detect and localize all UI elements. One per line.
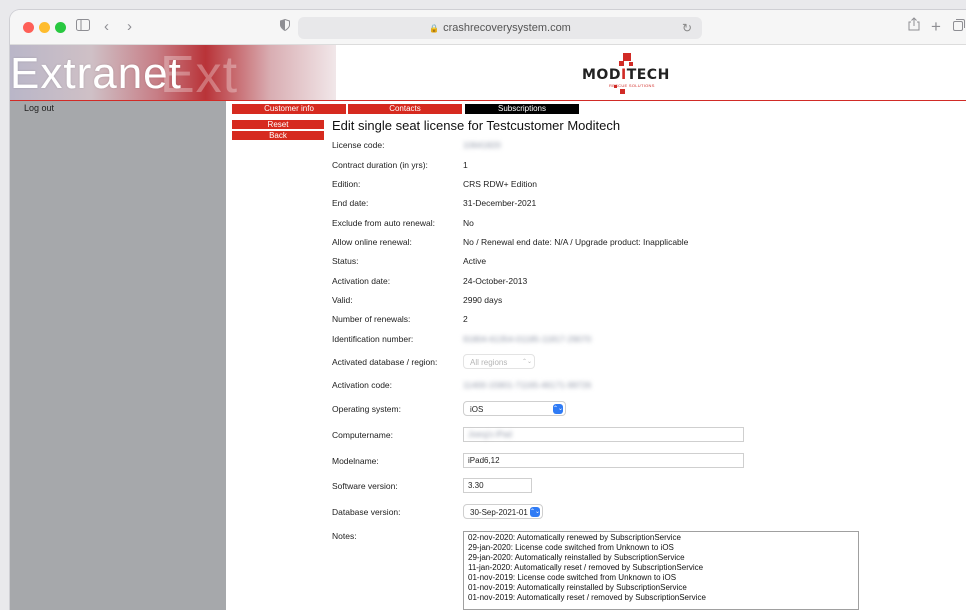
back-button[interactable]: Back — [232, 131, 324, 140]
activation-date-value: 24-October-2013 — [463, 276, 528, 286]
site-title: Extranet — [10, 49, 182, 98]
operating-system-value: iOS — [470, 405, 484, 414]
activation-code-value: 11400-15901-71165-46171-99726 — [463, 380, 592, 390]
forward-icon[interactable]: › — [127, 17, 132, 37]
database-version-select[interactable]: 30-Sep-2021-01 ⌃⌄ — [463, 504, 543, 519]
valid-label: Valid: — [332, 295, 353, 305]
activation-code-label: Activation code: — [332, 380, 393, 390]
contract-duration-value: 1 — [463, 160, 468, 170]
notes-line: 01-nov-2019: Automatically reset / remov… — [468, 593, 706, 602]
computername-label: Computername: — [332, 430, 393, 440]
database-version-value: 30-Sep-2021-01 — [470, 508, 528, 517]
notes-line: 01-nov-2019: Automatically reinstalled b… — [468, 583, 687, 592]
license-code-value: 10641820 — [463, 140, 501, 150]
address-bar[interactable]: 🔒 crashrecoverysystem.com ↻ — [298, 17, 702, 39]
identification-number-label: Identification number: — [332, 334, 414, 344]
software-version-label: Software version: — [332, 481, 398, 491]
select-arrows-icon: ⌃⌄ — [530, 507, 541, 517]
modelname-value: iPad6,12 — [468, 456, 500, 465]
tab-contacts[interactable]: Contacts — [348, 104, 462, 114]
notes-textarea[interactable]: 02-nov-2020: Automatically renewed by Su… — [463, 531, 859, 610]
notes-line: 11-jan-2020: Automatically reset / remov… — [468, 563, 704, 572]
lock-icon: 🔒 — [429, 24, 440, 33]
activated-database-value: All regions — [470, 358, 508, 367]
page-title: Edit single seat license for Testcustome… — [332, 118, 621, 133]
minimize-window-button[interactable] — [39, 22, 50, 33]
allow-online-renewal-value: No / Renewal end date: N/A / Upgrade pro… — [463, 237, 689, 247]
share-icon[interactable] — [908, 17, 920, 37]
database-version-label: Database version: — [332, 507, 401, 517]
browser-toolbar: ‹ › 🔒 crashrecoverysystem.com ↻ + — [10, 10, 966, 45]
url-text: crashrecoverysystem.com — [443, 22, 571, 34]
edition-value: CRS RDW+ Edition — [463, 179, 537, 189]
contract-duration-label: Contract duration (in yrs): — [332, 160, 428, 170]
reload-icon[interactable]: ↻ — [682, 17, 692, 39]
notes-line: 29-jan-2020: Automatically reinstalled b… — [468, 553, 685, 562]
logo-tagline: RESCUE SOLUTIONS — [609, 83, 655, 88]
moditech-logo: MODITECH RESCUE SOLUTIONS — [582, 53, 672, 94]
sidebar-icon[interactable] — [76, 17, 90, 37]
notes-label: Notes: — [332, 531, 357, 541]
end-date-label: End date: — [332, 198, 369, 208]
browser-window: ‹ › 🔒 crashrecoverysystem.com ↻ + Ext Ext… — [10, 10, 966, 610]
new-tab-icon[interactable]: + — [931, 17, 941, 37]
select-arrows-icon: ⌃⌄ — [522, 359, 533, 365]
notes-line: 02-nov-2020: Automatically renewed by Su… — [468, 533, 682, 542]
modelname-input[interactable]: iPad6,12 — [463, 453, 744, 468]
operating-system-label: Operating system: — [332, 404, 401, 414]
license-code-label: License code: — [332, 140, 385, 150]
modelname-label: Modelname: — [332, 456, 379, 466]
logo-wordmark: MODITECH — [582, 67, 670, 83]
site-banner: Ext Extranet MODITECH RESCUE SOLUTIONS — [10, 45, 966, 101]
number-of-renewals-label: Number of renewals: — [332, 314, 411, 324]
number-of-renewals-value: 2 — [463, 314, 468, 324]
activated-database-label: Activated database / region: — [332, 357, 438, 367]
computername-value: Joerg's iPad — [468, 430, 512, 439]
software-version-value: 3.30 — [468, 481, 484, 490]
valid-value: 2990 days — [463, 295, 503, 305]
edition-label: Edition: — [332, 179, 361, 189]
shield-icon[interactable] — [280, 17, 290, 37]
sidebar: Log out — [10, 101, 226, 610]
tabs-overview-icon[interactable] — [953, 17, 965, 37]
exclude-auto-renewal-label: Exclude from auto renewal: — [332, 218, 435, 228]
software-version-input[interactable]: 3.30 — [463, 478, 532, 493]
status-label: Status: — [332, 256, 359, 266]
exclude-auto-renewal-value: No — [463, 218, 474, 228]
back-icon[interactable]: ‹ — [104, 17, 109, 37]
logout-link[interactable]: Log out — [24, 103, 54, 113]
reset-button[interactable]: Reset — [232, 120, 324, 129]
select-arrows-icon: ⌃⌄ — [553, 404, 564, 414]
allow-online-renewal-label: Allow online renewal: — [332, 237, 412, 247]
activated-database-select[interactable]: All regions ⌃⌄ — [463, 354, 535, 369]
status-value: Active — [463, 256, 487, 266]
operating-system-select[interactable]: iOS ⌃⌄ — [463, 401, 566, 416]
computername-input[interactable]: Joerg's iPad — [463, 427, 744, 442]
tab-subscriptions[interactable]: Subscriptions — [465, 104, 579, 114]
banner-image: Ext Extranet — [10, 45, 336, 101]
notes-line: 29-jan-2020: License code switched from … — [468, 543, 674, 552]
end-date-value: 31-December-2021 — [463, 198, 537, 208]
activation-date-label: Activation date: — [332, 276, 391, 286]
tab-customer-info[interactable]: Customer info — [232, 104, 346, 114]
notes-line: 01-nov-2019: License code switched from … — [468, 573, 677, 582]
zoom-window-button[interactable] — [55, 22, 66, 33]
close-window-button[interactable] — [23, 22, 34, 33]
identification-number-value: 91804-61354-01185-11817-29070 — [463, 334, 592, 344]
